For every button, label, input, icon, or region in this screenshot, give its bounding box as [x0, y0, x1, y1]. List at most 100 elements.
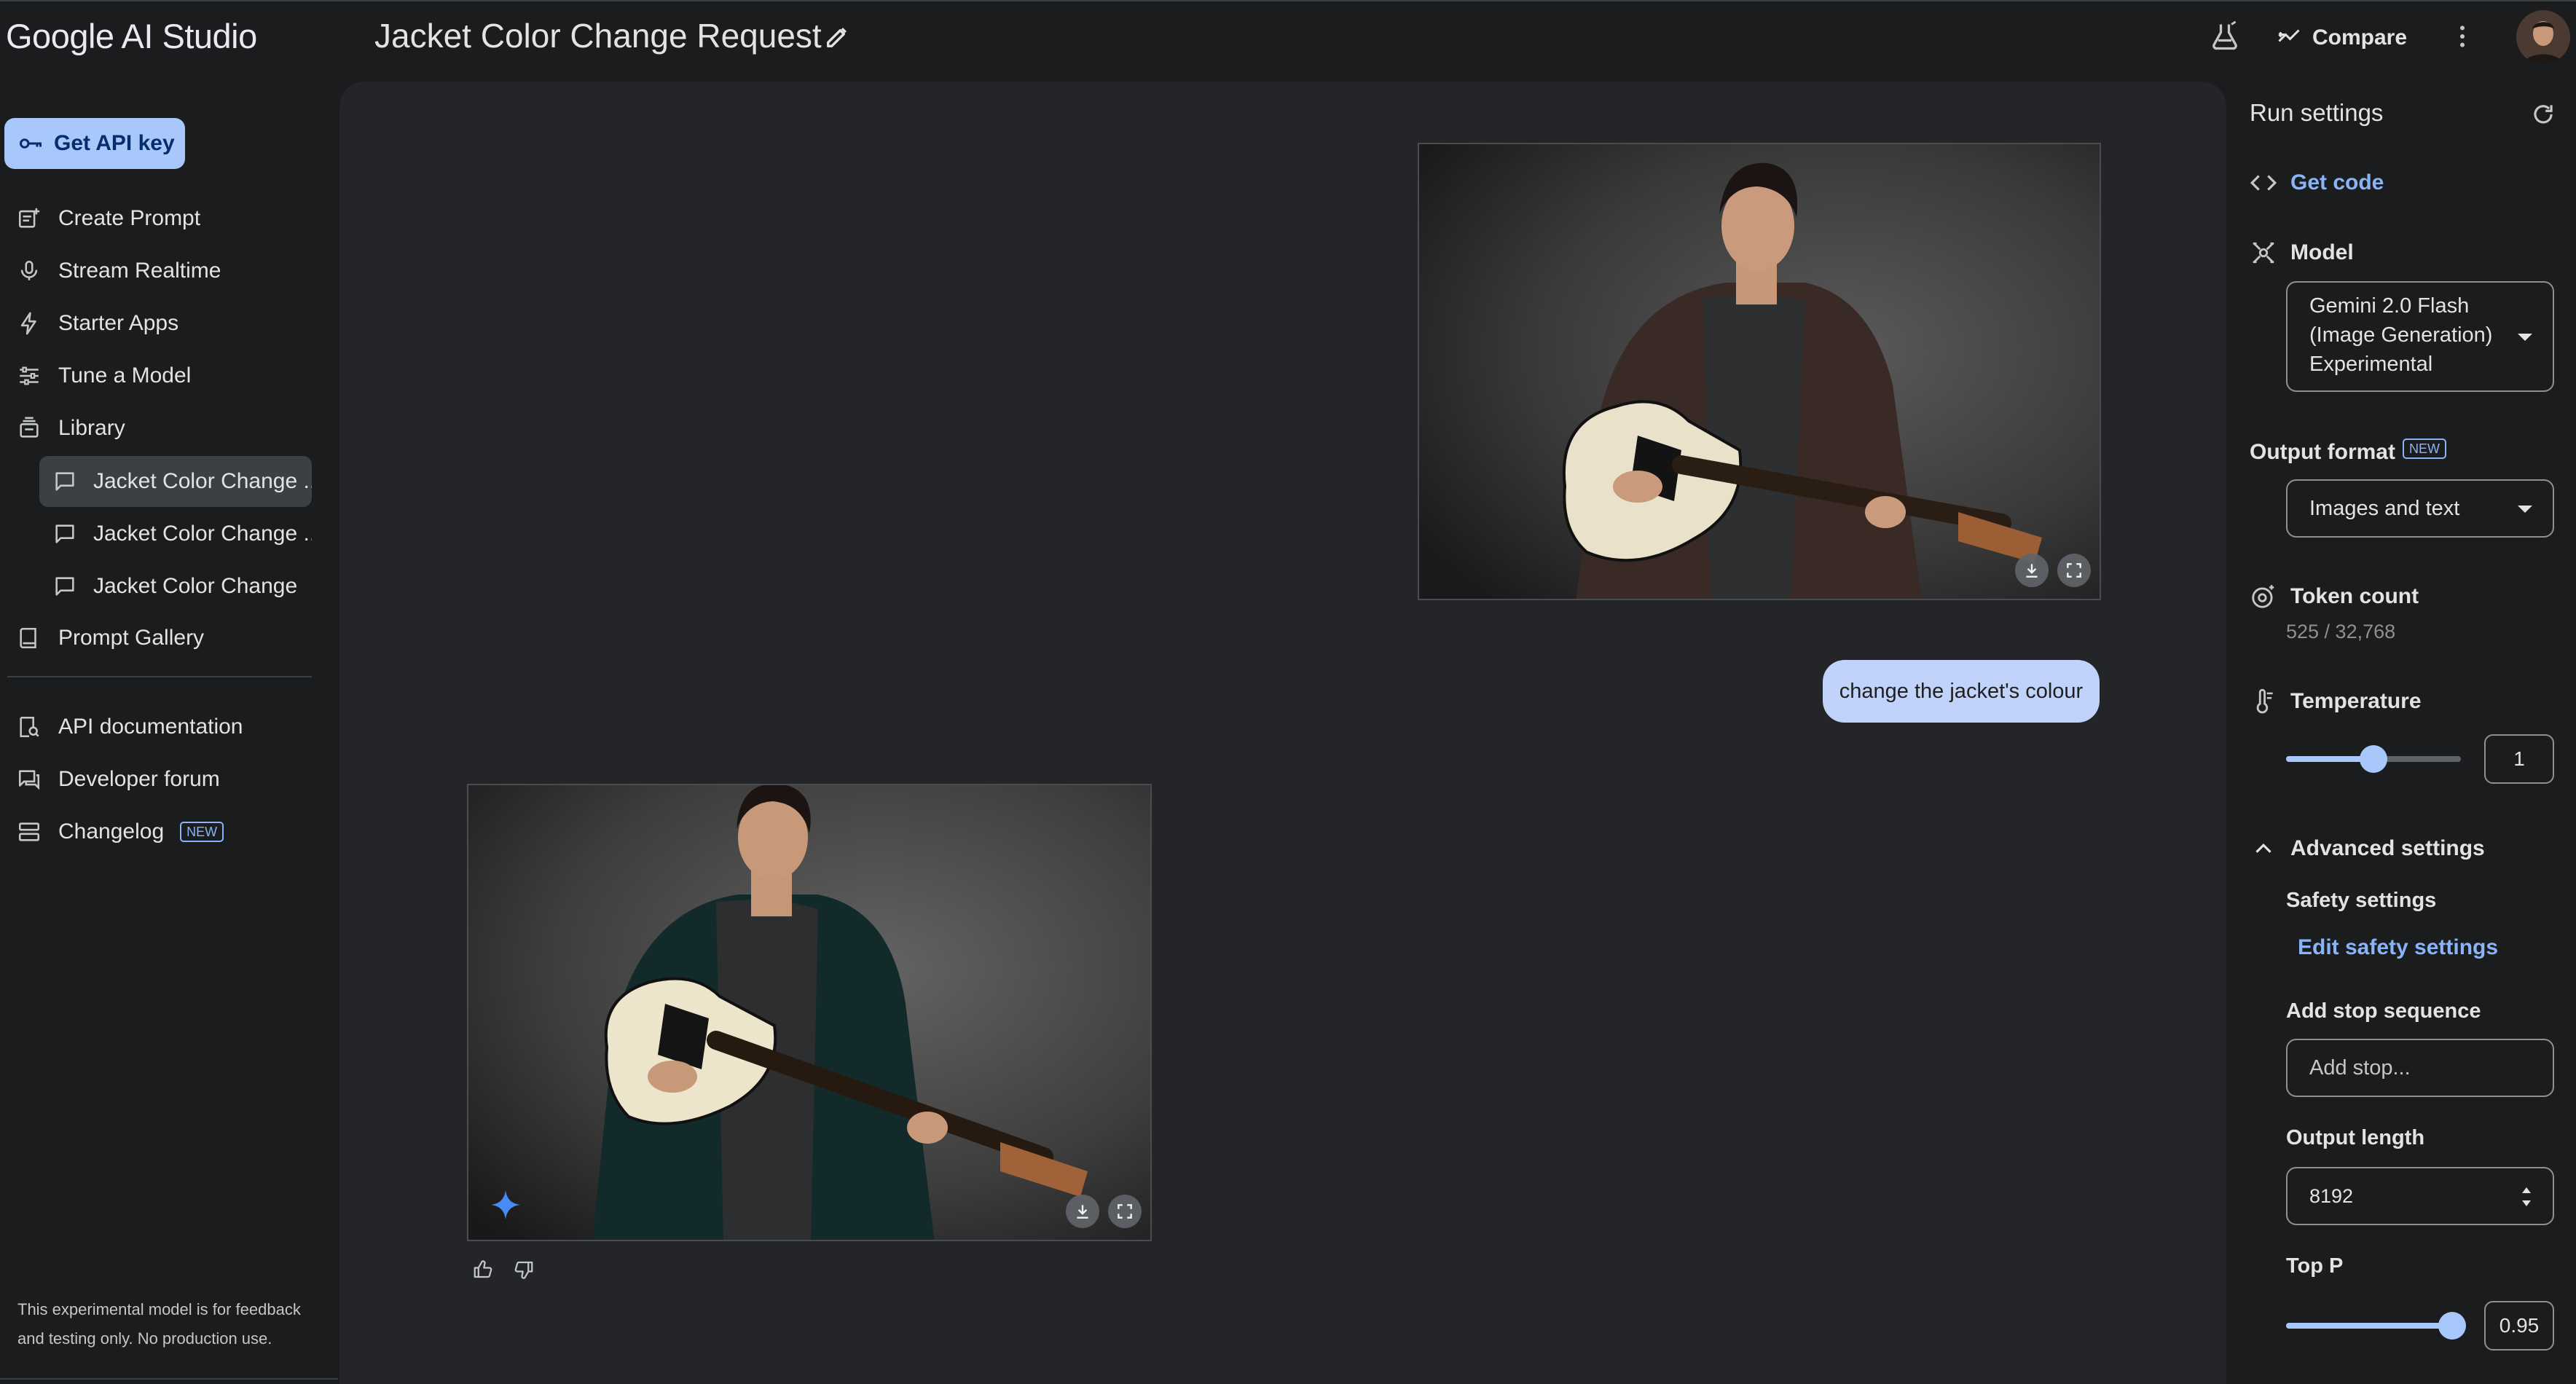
- model-icon: [2250, 239, 2277, 267]
- get-code-link[interactable]: Get code: [2290, 170, 2384, 195]
- compare-icon: [2276, 25, 2302, 51]
- nav-prompt-gallery[interactable]: Prompt Gallery: [16, 615, 204, 661]
- sidebar-divider: [7, 676, 312, 677]
- run-settings-title: Run settings: [2250, 99, 2384, 126]
- top-p-input[interactable]: 0.95: [2484, 1301, 2554, 1350]
- bolt-icon: [16, 310, 42, 337]
- sidebar-bottom-divider: [0, 1378, 338, 1380]
- temperature-slider-track[interactable]: [2286, 745, 2461, 773]
- new-badge: NEW: [180, 822, 224, 842]
- library-item-jacket-2[interactable]: Jacket Color Change ...: [39, 508, 312, 559]
- guitarist-recolored-photo: [468, 785, 1150, 1240]
- nav-api-documentation[interactable]: API documentation: [16, 704, 243, 750]
- lab-flask-icon[interactable]: [2209, 20, 2241, 52]
- library-item-label: Jacket Color Change ...: [93, 522, 312, 546]
- library-item-label: Jacket Color Change ...: [93, 469, 312, 493]
- top-p-label: Top P: [2286, 1254, 2344, 1278]
- chat-bubble-icon: [52, 522, 77, 546]
- user-uploaded-image[interactable]: [1418, 143, 2101, 600]
- stop-sequence-input[interactable]: Add stop...: [2286, 1039, 2554, 1097]
- library-item-jacket-3[interactable]: Jacket Color Change: [39, 561, 312, 612]
- top-p-slider-track[interactable]: [2286, 1312, 2466, 1340]
- nav-label: Stream Realtime: [58, 259, 221, 283]
- nav-label: Prompt Gallery: [58, 626, 205, 650]
- user-avatar[interactable]: [2516, 10, 2570, 64]
- compare-button[interactable]: Compare: [2276, 19, 2407, 57]
- reset-refresh-icon[interactable]: [2529, 101, 2557, 128]
- download-icon[interactable]: [2015, 554, 2049, 587]
- app-logo[interactable]: Google AI Studio: [6, 16, 257, 56]
- model-select[interactable]: Gemini 2.0 Flash (Image Generation) Expe…: [2286, 281, 2554, 392]
- temperature-label: Temperature: [2290, 689, 2422, 713]
- nav-changelog[interactable]: Changelog NEW: [16, 809, 224, 855]
- edit-safety-settings-link[interactable]: Edit safety settings: [2298, 935, 2498, 960]
- library-item-label: Jacket Color Change: [93, 574, 298, 598]
- safety-settings-label: Safety settings: [2286, 889, 2437, 912]
- temperature-input[interactable]: 1: [2484, 734, 2554, 784]
- nav-label: API documentation: [58, 715, 243, 739]
- get-api-key-button[interactable]: Get API key: [4, 118, 185, 169]
- more-vert-icon[interactable]: [2448, 22, 2477, 51]
- nav-starter-apps[interactable]: Starter Apps: [16, 300, 178, 347]
- thumbs-down-icon[interactable]: [513, 1259, 536, 1282]
- output-format-label: Output format: [2250, 440, 2395, 464]
- token-count-label: Token count: [2290, 584, 2419, 608]
- new-badge: NEW: [2403, 439, 2446, 459]
- create-prompt-icon: [16, 205, 42, 232]
- thermometer-icon: [2250, 688, 2277, 715]
- key-icon: [17, 130, 44, 157]
- fullscreen-icon[interactable]: [1108, 1195, 1142, 1228]
- nav-create-prompt[interactable]: Create Prompt: [16, 195, 200, 242]
- library-icon: [16, 415, 42, 441]
- token-count-icon: [2250, 583, 2277, 610]
- edit-pencil-icon[interactable]: [823, 22, 852, 51]
- thumbs-up-icon[interactable]: [472, 1259, 495, 1282]
- prompt-title[interactable]: Jacket Color Change Request: [374, 16, 822, 55]
- download-icon[interactable]: [1066, 1195, 1099, 1228]
- model-select-line: Gemini 2.0 Flash: [2309, 294, 2470, 318]
- compare-label: Compare: [2312, 25, 2408, 50]
- code-icon: [2250, 169, 2277, 197]
- nav-stream-realtime[interactable]: Stream Realtime: [16, 248, 221, 294]
- nav-label: Tune a Model: [58, 363, 192, 388]
- top-p-slider-fill: [2286, 1323, 2452, 1329]
- left-sidebar: Get API key Create Prompt Stream Realtim…: [0, 79, 338, 1384]
- model-select-line: (Image Generation): [2309, 323, 2493, 347]
- output-length-value: 8192: [2309, 1185, 2354, 1207]
- nav-label: Changelog: [58, 819, 165, 844]
- temperature-slider-thumb[interactable]: [2360, 745, 2387, 773]
- gemini-sparkle-icon: [488, 1187, 523, 1222]
- nav-label: Library: [58, 416, 125, 440]
- run-settings-panel: Run settings Get code Model Gemini 2.0 F…: [2231, 79, 2576, 1384]
- advanced-settings-toggle[interactable]: Advanced settings: [2290, 836, 2485, 861]
- nav-library[interactable]: Library: [16, 405, 125, 452]
- chevron-up-icon[interactable]: [2250, 835, 2277, 862]
- fullscreen-icon[interactable]: [2057, 554, 2091, 587]
- chat-bubble-icon: [52, 574, 77, 599]
- output-length-input[interactable]: 8192: [2286, 1167, 2554, 1225]
- book-icon: [16, 625, 42, 651]
- user-message-bubble: change the jacket's colour: [1823, 660, 2100, 723]
- library-item-jacket-1[interactable]: Jacket Color Change ...: [39, 456, 312, 507]
- nav-label: Developer forum: [58, 767, 220, 791]
- nav-label: Starter Apps: [58, 311, 179, 335]
- forum-icon: [16, 766, 42, 793]
- model-generated-image[interactable]: [467, 784, 1152, 1241]
- tune-icon: [16, 363, 42, 389]
- model-select-line: Experimental: [2309, 353, 2433, 376]
- nav-label: Create Prompt: [58, 206, 201, 230]
- docs-search-icon: [16, 714, 42, 740]
- dropdown-caret-icon: [2518, 334, 2532, 341]
- nav-tune-model[interactable]: Tune a Model: [16, 353, 191, 399]
- nav-developer-forum[interactable]: Developer forum: [16, 756, 220, 803]
- experimental-disclaimer: This experimental model is for feedback …: [17, 1300, 301, 1348]
- stop-sequence-placeholder: Add stop...: [2309, 1056, 2411, 1080]
- top-p-slider-thumb[interactable]: [2438, 1312, 2466, 1340]
- top-bar: Google AI Studio Jacket Color Change Req…: [0, 0, 2576, 79]
- microphone-icon: [16, 258, 42, 284]
- stepper-arrows-icon[interactable]: [2519, 1184, 2534, 1209]
- changelog-icon: [16, 819, 42, 845]
- output-length-label: Output length: [2286, 1126, 2425, 1149]
- chat-bubble-icon: [52, 469, 77, 494]
- output-format-select[interactable]: Images and text: [2286, 479, 2554, 538]
